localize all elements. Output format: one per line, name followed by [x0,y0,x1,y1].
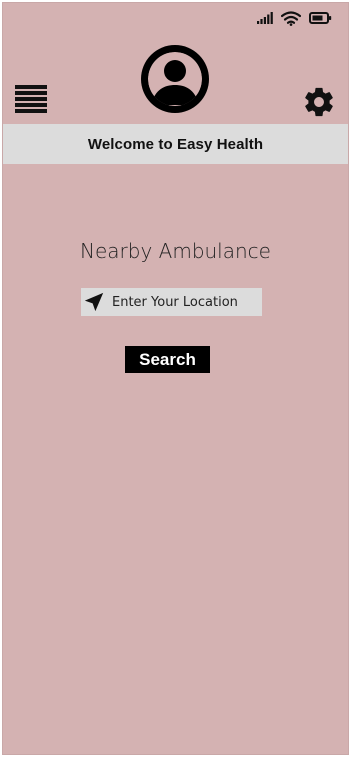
signal-icon [257,12,273,24]
location-input[interactable] [112,294,257,310]
user-avatar-icon[interactable] [141,45,209,113]
app-screen: Welcome to Easy Health Nearby Ambulance … [2,2,349,755]
navigation-arrow-icon [84,292,104,312]
menu-line [15,85,47,89]
search-button[interactable]: Search [125,346,210,373]
wifi-icon [281,10,301,26]
welcome-banner: Welcome to Easy Health [3,124,348,164]
gear-icon[interactable] [302,85,336,119]
hamburger-menu-icon[interactable] [15,85,47,113]
battery-icon [309,12,332,24]
menu-line [15,97,47,101]
status-bar [257,9,332,27]
menu-line [15,109,47,113]
page-title: Nearby Ambulance [80,239,271,263]
location-field[interactable] [81,288,262,316]
welcome-text: Welcome to Easy Health [87,135,264,153]
menu-line [15,91,47,95]
menu-line [15,103,47,107]
